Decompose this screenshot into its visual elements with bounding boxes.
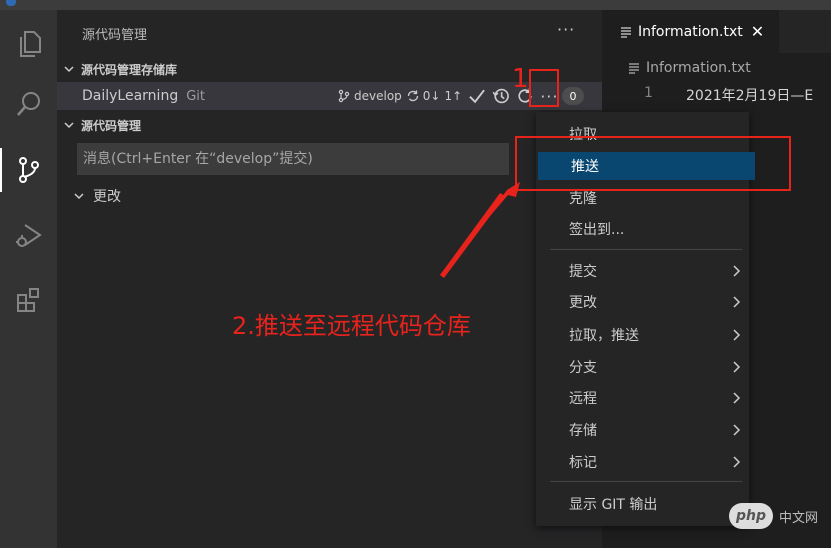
title-bar-accent — [6, 0, 16, 6]
chevron-right-icon — [733, 361, 741, 373]
menu-item-changes[interactable]: 更改 — [536, 288, 749, 316]
files-icon — [19, 31, 41, 57]
watermark-logo: php — [729, 503, 773, 529]
chevron-right-icon — [733, 392, 741, 404]
annotation-box-more-button — [529, 69, 559, 107]
activity-search[interactable] — [0, 76, 57, 132]
changes-group[interactable]: 更改 — [73, 186, 121, 206]
activity-run-debug[interactable] — [0, 208, 57, 264]
commit-message-input[interactable] — [77, 143, 509, 175]
breadcrumb[interactable]: Information.txt — [628, 60, 751, 76]
search-icon — [16, 92, 40, 116]
activity-source-control[interactable] — [0, 142, 57, 198]
menu-item-tags[interactable]: 标记 — [536, 448, 749, 476]
chevron-down-icon — [64, 122, 74, 129]
menu-separator — [550, 249, 742, 250]
chevron-down-icon — [64, 66, 74, 73]
chevron-right-icon — [733, 296, 741, 308]
run-debug-icon — [15, 224, 42, 247]
menu-separator — [550, 481, 742, 482]
menu-item-remote[interactable]: 远程 — [536, 384, 749, 412]
activity-extensions[interactable] — [0, 272, 57, 328]
sync-outgoing-count: 1↑ — [444, 89, 463, 103]
history-icon[interactable] — [492, 87, 510, 105]
site-watermark: php 中文网 — [729, 503, 818, 529]
watermark-text: 中文网 — [779, 510, 819, 526]
chevron-right-icon — [733, 329, 741, 341]
repository-type: Git — [186, 88, 205, 104]
sidebar-more-actions-button[interactable]: ··· — [557, 20, 575, 39]
source-control-section-label: 源代码管理 — [81, 118, 142, 133]
extensions-icon — [16, 288, 39, 312]
sync-icon[interactable] — [406, 89, 420, 103]
breadcrumb-file: Information.txt — [646, 60, 751, 76]
activity-explorer[interactable] — [0, 16, 57, 72]
editor-line-text[interactable]: 2021年2月19日—E — [686, 85, 831, 105]
menu-item-checkout-to[interactable]: 签出到... — [536, 215, 749, 243]
chevron-down-icon — [74, 193, 84, 200]
branch-icon — [337, 89, 351, 103]
sync-incoming-count: 0↓ — [422, 89, 441, 103]
menu-item-commit[interactable]: 提交 — [536, 257, 749, 285]
chevron-right-icon — [733, 456, 741, 468]
line-number: 1 — [644, 85, 653, 101]
source-control-icon — [18, 157, 39, 183]
branch-name-button[interactable]: develop — [354, 89, 402, 103]
annotation-step-2-text: 2.推送至远程代码仓库 — [232, 312, 471, 340]
repository-name: DailyLearning — [82, 88, 179, 104]
close-icon[interactable]: ✕ — [751, 22, 764, 41]
text-file-icon — [629, 63, 639, 74]
tab-information-txt[interactable]: Information.txt ✕ — [602, 10, 779, 53]
commit-check-icon[interactable] — [468, 87, 486, 105]
annotation-box-push-item — [515, 136, 791, 191]
menu-item-show-git-output[interactable]: 显示 GIT 输出 — [536, 490, 749, 518]
title-bar-strip — [0, 0, 831, 10]
tab-title: Information.txt — [638, 23, 743, 40]
menu-item-pull-push[interactable]: 拉取，推送 — [536, 321, 749, 349]
menu-item-stash[interactable]: 存储 — [536, 416, 749, 444]
annotation-step-1-number: 1 — [512, 64, 529, 94]
text-file-icon — [621, 26, 631, 38]
changes-count-badge: 0 — [562, 87, 584, 105]
chevron-right-icon — [733, 424, 741, 436]
source-control-section-header[interactable]: 源代码管理 — [57, 114, 602, 136]
repositories-section-label: 源代码管理存储库 — [81, 62, 178, 77]
activity-bar — [0, 10, 57, 548]
editor-tab-bar: Information.txt ✕ — [602, 10, 831, 53]
sidebar-title: 源代码管理 — [82, 28, 148, 43]
menu-item-branch[interactable]: 分支 — [536, 353, 749, 381]
chevron-right-icon — [733, 265, 741, 277]
changes-label: 更改 — [93, 189, 121, 205]
